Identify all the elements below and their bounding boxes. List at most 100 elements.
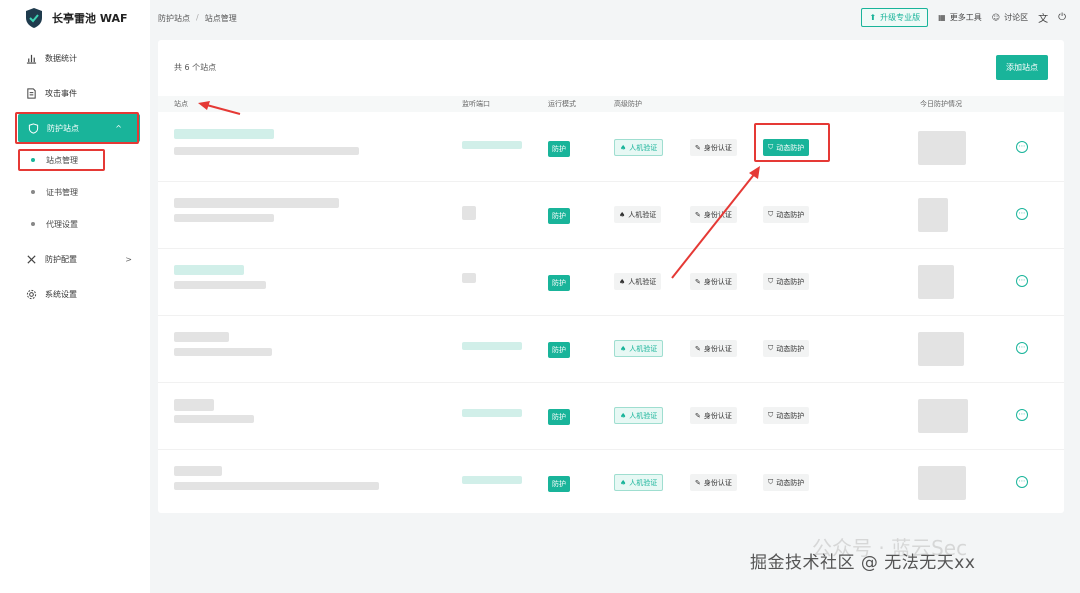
shield-small-icon: ⛉ (768, 143, 774, 151)
sidebar-subitem-certificates[interactable]: 证书管理 (0, 181, 150, 203)
tools-icon (27, 254, 36, 264)
column-header-today: 今日防护情况 (920, 100, 962, 108)
sidebar-item-attacks[interactable]: 攻击事件 (0, 79, 150, 107)
auth-toggle[interactable]: ✎ 身份认证 (690, 340, 737, 357)
captcha-label: 人机验证 (628, 210, 657, 219)
bullet-icon (31, 222, 35, 226)
site-count: 共 6 个站点 (174, 63, 217, 72)
sidebar-subitem-label: 站点管理 (46, 155, 78, 165)
sidebar-item-stats[interactable]: 数据统计 (0, 44, 150, 72)
captcha-toggle[interactable]: ♠ 人机验证 (614, 340, 664, 357)
forum-link[interactable]: ☺ 讨论区 (992, 12, 1028, 23)
auth-toggle[interactable]: ✎ 身份认证 (690, 474, 737, 491)
sidebar-item-sites[interactable]: 防护站点 ^ (18, 114, 140, 142)
dynamic-toggle[interactable]: ⛉ 动态防护 (763, 407, 810, 424)
sidebar-item-system-settings[interactable]: 系统设置 (0, 280, 150, 308)
redacted-site-name (174, 466, 222, 476)
key-icon: ✎ (695, 277, 701, 286)
upgrade-label: 升级专业版 (880, 13, 921, 22)
key-icon: ✎ (695, 411, 701, 420)
auth-toggle[interactable]: ✎ 身份认证 (690, 139, 737, 156)
redacted-port (462, 273, 476, 283)
auth-label: 身份认证 (703, 143, 732, 152)
grid-icon: ▦ (938, 13, 946, 22)
robot-icon: ♠ (619, 277, 626, 286)
shield-small-icon: ⛉ (768, 277, 774, 285)
more-options-icon[interactable]: ⋯ (1016, 409, 1028, 421)
language-icon[interactable]: 文 (1038, 10, 1048, 25)
captcha-label: 人机验证 (629, 143, 658, 152)
sidebar-subitem-proxy[interactable]: 代理设置 (0, 213, 150, 235)
dynamic-toggle[interactable]: ⛉ 动态防护 (763, 139, 810, 156)
brand[interactable]: 长亭雷池 WAF (0, 0, 150, 36)
key-icon: ✎ (695, 143, 701, 152)
more-options-icon[interactable]: ⋯ (1016, 208, 1028, 220)
upgrade-icon: ⬆ (869, 13, 877, 22)
dynamic-toggle[interactable]: ⛉ 动态防护 (763, 474, 810, 491)
captcha-toggle[interactable]: ♠ 人机验证 (614, 273, 662, 290)
more-tools-label: 更多工具 (949, 13, 982, 22)
sidebar: 长亭雷池 WAF 数据统计 攻击事件 防护站点 ^ 站点管理 证书管理 代理设置 (0, 0, 150, 593)
robot-icon: ♠ (620, 478, 627, 487)
forum-label: 讨论区 (1004, 13, 1029, 22)
auth-toggle[interactable]: ✎ 身份认证 (690, 407, 737, 424)
column-header-port: 监听端口 (462, 100, 490, 108)
redacted-site-name (174, 265, 244, 275)
add-site-button[interactable]: 添加站点 (996, 55, 1048, 80)
auth-toggle[interactable]: ✎ 身份认证 (690, 206, 737, 223)
watermark: 掘金技术社区 @ 无法无天xx (750, 553, 976, 573)
dynamic-toggle[interactable]: ⛉ 动态防护 (763, 340, 810, 357)
column-header-mode: 运行模式 (548, 100, 576, 108)
more-tools-link[interactable]: ▦ 更多工具 (938, 12, 982, 23)
more-options-icon[interactable]: ⋯ (1016, 342, 1028, 354)
dynamic-toggle[interactable]: ⛉ 动态防护 (763, 273, 810, 290)
redacted-today-stats (918, 198, 948, 232)
key-icon: ✎ (695, 478, 701, 487)
redacted-today-stats (918, 265, 954, 299)
dynamic-label: 动态防护 (776, 210, 805, 219)
sidebar-item-protection-config[interactable]: 防护配置 > (0, 245, 150, 273)
table-row[interactable]: 防护 ♠ 人机验证 ✎ 身份认证 ⛉ 动态防护 ⋯ (158, 450, 1064, 517)
shield-small-icon: ⛉ (768, 344, 774, 352)
bar-chart-icon (26, 54, 37, 64)
table-row[interactable]: 防护 ♠ 人机验证 ✎ 身份认证 ⛉ 动态防护 ⋯ (158, 115, 1064, 182)
more-options-icon[interactable]: ⋯ (1016, 141, 1028, 153)
table-row[interactable]: 防护 ♠ 人机验证 ✎ 身份认证 ⛉ 动态防护 ⋯ (158, 383, 1064, 450)
captcha-label: 人机验证 (629, 411, 658, 420)
table-row[interactable]: 防护 ♠ 人机验证 ✎ 身份认证 ⛉ 动态防护 ⋯ (158, 249, 1064, 316)
mode-badge: 防护 (548, 476, 570, 492)
logout-icon[interactable]: ⏻ (1058, 12, 1066, 23)
redacted-port (462, 409, 522, 417)
table-row[interactable]: 防护 ♠ 人机验证 ✎ 身份认证 ⛉ 动态防护 ⋯ (158, 316, 1064, 383)
breadcrumb-separator: / (196, 12, 199, 22)
people-icon: ☺ (991, 13, 1001, 22)
dynamic-toggle[interactable]: ⛉ 动态防护 (763, 206, 810, 223)
captcha-toggle[interactable]: ♠ 人机验证 (614, 206, 662, 223)
sidebar-subitem-site-management[interactable]: 站点管理 (0, 149, 150, 171)
auth-label: 身份认证 (703, 277, 732, 286)
gear-icon (26, 289, 37, 299)
shield-small-icon: ⛉ (768, 411, 774, 419)
breadcrumb: 防护站点 / 站点管理 (158, 13, 237, 24)
topbar: 防护站点 / 站点管理 ⬆ 升级专业版 ▦ 更多工具 ☺ 讨论区 文 ⏻ (150, 0, 1080, 36)
redacted-site-name (174, 399, 214, 411)
table-row[interactable]: 防护 ♠ 人机验证 ✎ 身份认证 ⛉ 动态防护 ⋯ (158, 182, 1064, 249)
sidebar-subitem-label: 代理设置 (46, 219, 78, 229)
more-options-icon[interactable]: ⋯ (1016, 476, 1028, 488)
upgrade-button[interactable]: ⬆ 升级专业版 (861, 8, 929, 27)
mode-badge: 防护 (548, 275, 570, 291)
more-options-icon[interactable]: ⋯ (1016, 275, 1028, 287)
breadcrumb-parent[interactable]: 防护站点 (158, 13, 190, 24)
redacted-site-url (174, 348, 272, 356)
shield-icon (28, 122, 39, 134)
redacted-port (462, 141, 522, 149)
captcha-toggle[interactable]: ♠ 人机验证 (614, 139, 664, 156)
auth-toggle[interactable]: ✎ 身份认证 (690, 273, 737, 290)
dynamic-label: 动态防护 (776, 411, 805, 420)
bullet-icon (31, 158, 35, 162)
captcha-toggle[interactable]: ♠ 人机验证 (614, 407, 664, 424)
breadcrumb-current: 站点管理 (204, 13, 237, 23)
mode-badge: 防护 (548, 208, 570, 224)
captcha-toggle[interactable]: ♠ 人机验证 (614, 474, 664, 491)
dynamic-label: 动态防护 (776, 478, 805, 487)
